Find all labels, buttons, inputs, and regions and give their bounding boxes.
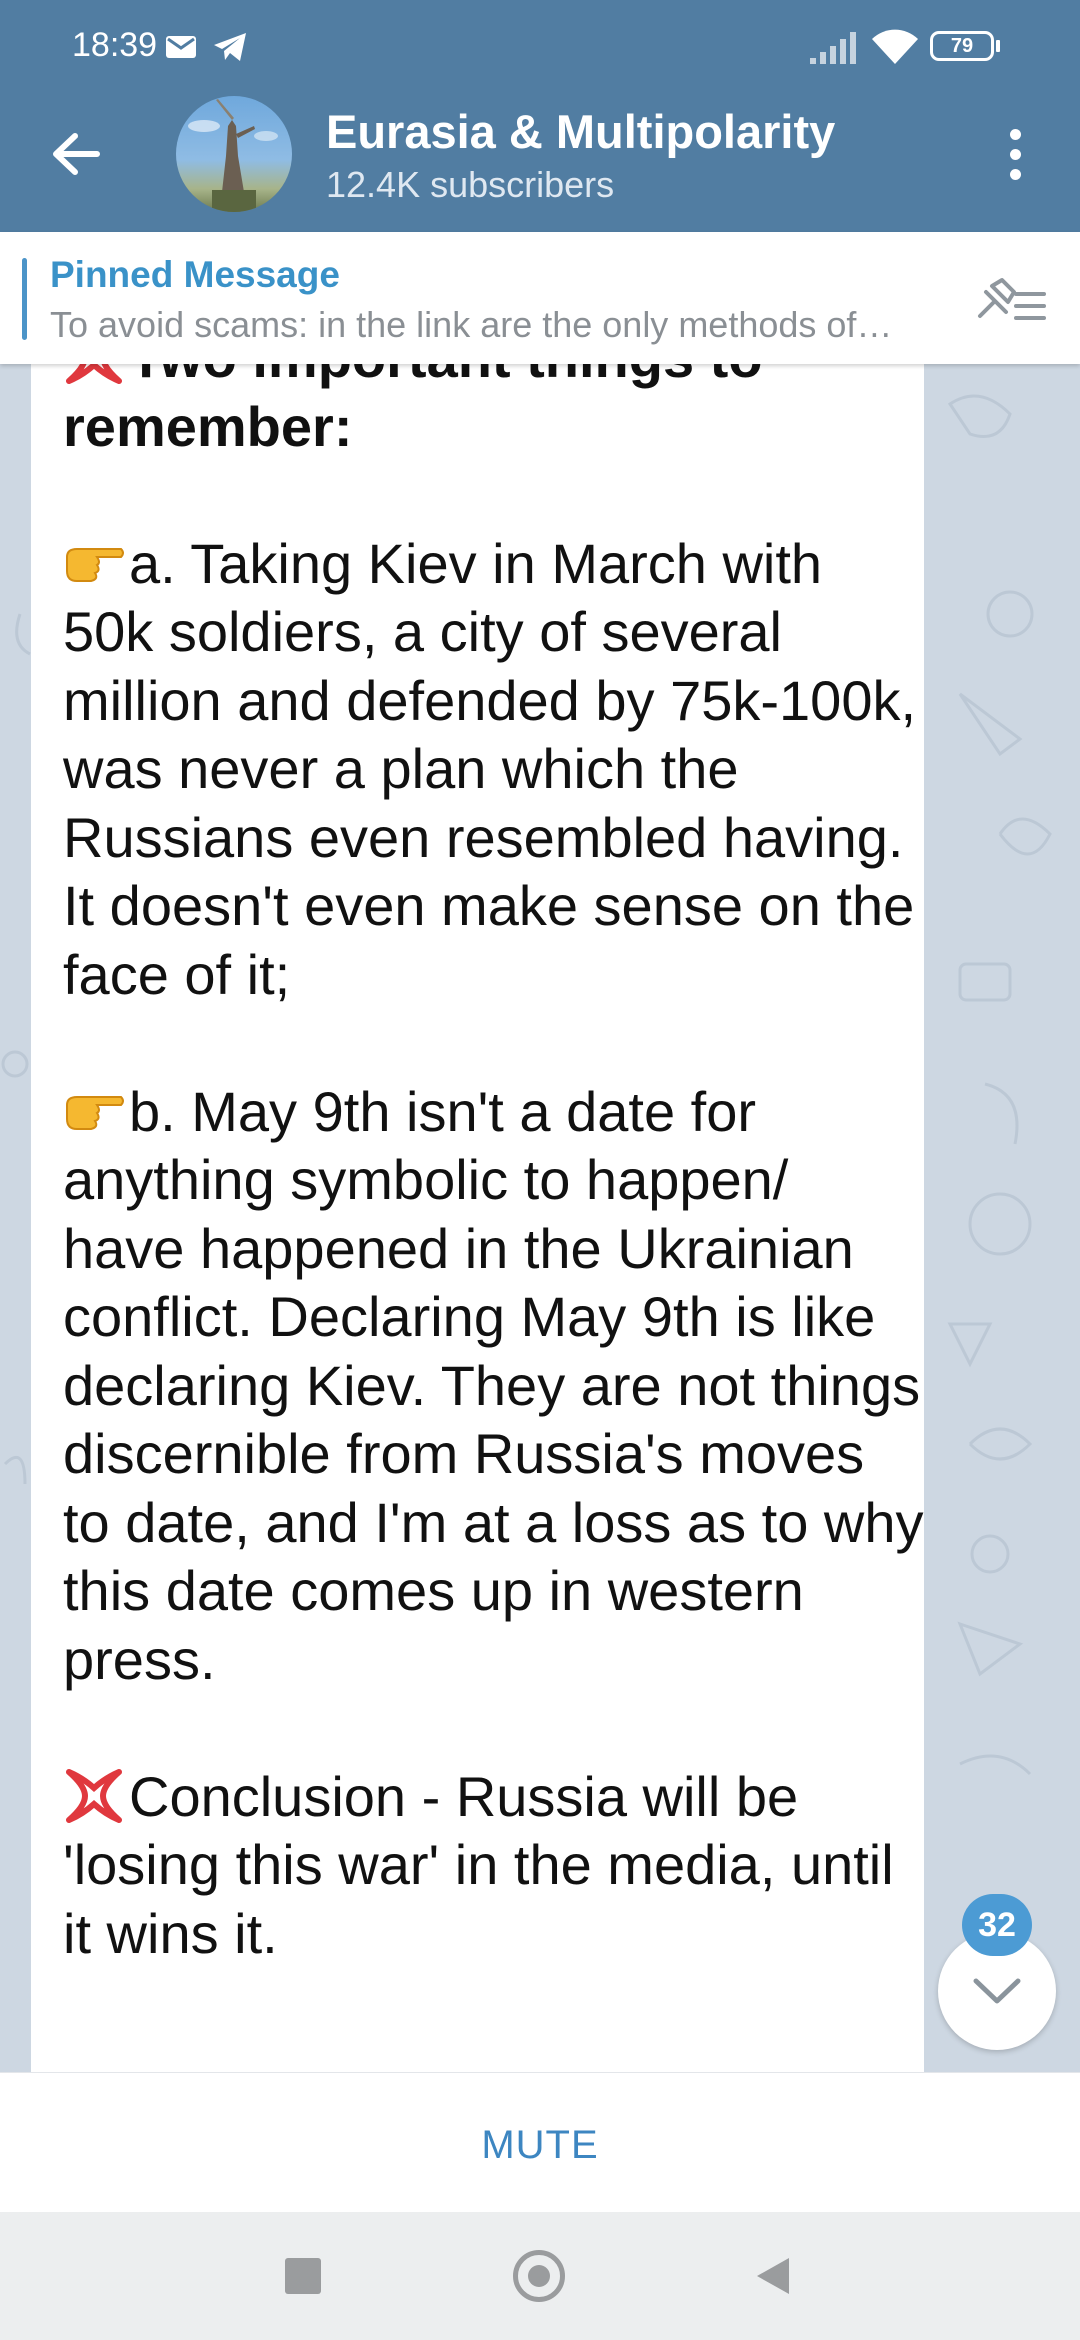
channel-title[interactable]: Eurasia & Multipolarity <box>326 104 835 159</box>
pinned-title: Pinned Message <box>50 254 340 295</box>
message-heading: Two important things to remember: <box>63 364 924 461</box>
menu-dot <box>1009 128 1021 140</box>
anger-symbol-icon <box>66 364 122 384</box>
mute-button[interactable]: MUTE <box>0 2073 1080 2213</box>
pointing-hand-icon <box>66 547 124 582</box>
app-header: 18:39 79 Eurasia & Multipolarity 12.4K s… <box>0 0 1080 232</box>
heading-text: Two important things to remember: <box>63 364 763 458</box>
point-b-text: b. May 9th isn't a date for anything sym… <box>63 1079 924 1691</box>
telegram-icon <box>214 33 246 61</box>
point-a: a. Taking Kiev in March with 50k soldier… <box>63 530 924 1010</box>
mail-icon <box>166 36 196 58</box>
conclusion-text: Conclusion - Russia will be 'losing this… <box>63 1764 894 1965</box>
home-dot <box>528 2265 550 2287</box>
chevron-down-icon <box>973 1978 1021 2004</box>
battery-icon: 79 <box>930 31 994 61</box>
pinned-indicator <box>22 258 27 340</box>
statue-image <box>188 99 278 212</box>
pinned-list-icon[interactable] <box>970 272 1050 332</box>
status-time: 18:39 <box>72 26 158 64</box>
pinned-text: To avoid scams: in the link are the only… <box>50 304 893 345</box>
system-navigation-bar <box>0 2212 1080 2340</box>
chat-area[interactable]: Two important things to remember: a. Tak… <box>0 364 1080 2072</box>
pointing-hand-icon <box>66 1095 124 1130</box>
back-button[interactable] <box>40 118 112 190</box>
point-a-text: a. Taking Kiev in March with 50k soldier… <box>63 531 917 1006</box>
subscriber-count: 12.4K subscribers <box>326 164 615 205</box>
recents-square-icon[interactable] <box>285 2258 321 2294</box>
message-bubble[interactable]: Two important things to remember: a. Tak… <box>31 364 924 2072</box>
wifi-icon <box>872 29 918 65</box>
signal-icon <box>810 32 856 64</box>
unread-count-badge: 32 <box>962 1894 1032 1956</box>
battery-level: 79 <box>950 35 974 57</box>
point-b: b. May 9th isn't a date for anything sym… <box>63 1078 924 1695</box>
home-circle-icon[interactable] <box>513 2250 565 2302</box>
channel-avatar[interactable] <box>176 96 292 212</box>
battery-tip <box>996 40 1000 52</box>
more-vertical-icon[interactable] <box>990 122 1040 186</box>
bottom-action-bar: MUTE <box>0 2072 1080 2213</box>
pinned-message-bar[interactable]: Pinned Message To avoid scams: in the li… <box>0 232 1080 364</box>
message-text: Two important things to remember: a. Tak… <box>63 364 924 1968</box>
conclusion: Conclusion - Russia will be 'losing this… <box>63 1763 924 1969</box>
menu-dot <box>1009 148 1021 160</box>
status-bar: 18:39 79 <box>0 0 1080 96</box>
back-triangle-icon[interactable] <box>755 2256 791 2296</box>
back-arrow-icon <box>53 133 100 175</box>
anger-symbol-icon <box>66 1768 122 1823</box>
menu-dot <box>1009 168 1021 180</box>
